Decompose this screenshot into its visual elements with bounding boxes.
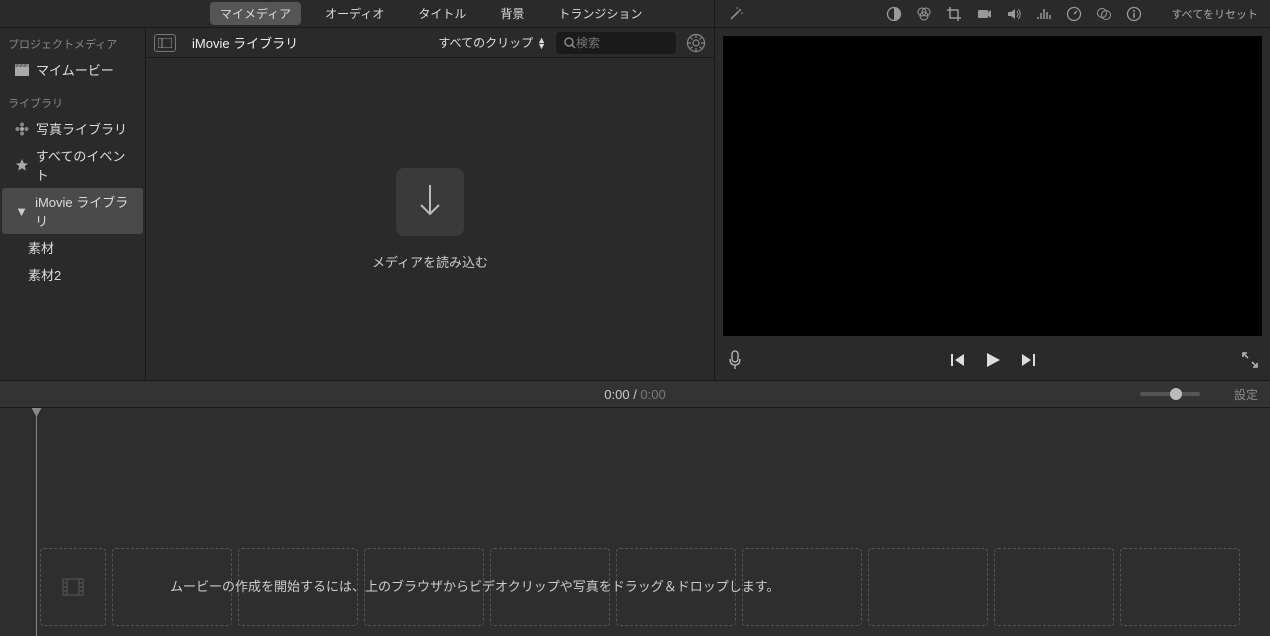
viewer-toolbar: すべてをリセット	[715, 0, 1270, 28]
sidebar-item-label: 写真ライブラリ	[36, 119, 127, 138]
sidebar-item-label: 素材	[28, 238, 54, 257]
sidebar-header-project: プロジェクトメディア	[0, 28, 145, 56]
time-sep: /	[630, 387, 641, 402]
search-input[interactable]	[576, 36, 656, 50]
time-display: 0:00 / 0:00	[604, 387, 665, 402]
reset-all-button[interactable]: すべてをリセット	[1171, 6, 1258, 22]
import-media-button[interactable]	[396, 168, 464, 236]
disclosure-triangle-icon[interactable]: ▼	[14, 204, 29, 219]
clip-filter-dropdown[interactable]: すべてのクリップ ▲▼	[438, 34, 546, 51]
browser-settings-button[interactable]	[686, 33, 706, 53]
clip-slot[interactable]	[40, 548, 106, 626]
fullscreen-button[interactable]	[1242, 352, 1258, 368]
sidebar: プロジェクトメディア マイムービー ライブラリ 写真ライブラリ すべてのイベント…	[0, 0, 146, 380]
tab-audio[interactable]: オーディオ	[315, 2, 394, 25]
sidebar-item-label: すべてのイベント	[36, 146, 137, 184]
tab-backgrounds[interactable]: 背景	[490, 2, 534, 25]
clip-slot[interactable]	[868, 548, 988, 626]
tab-my-media[interactable]: マイメディア	[210, 2, 301, 25]
browser-header: iMovie ライブラリ すべてのクリップ ▲▼	[146, 28, 714, 58]
import-label: メディアを読み込む	[372, 252, 488, 271]
clip-slot[interactable]	[994, 548, 1114, 626]
timeline-hint: ムービーの作成を開始するには、上のブラウザからビデオクリップや写真をドラッグ＆ド…	[170, 576, 779, 595]
timeline-status-bar: 0:00 / 0:00 設定	[0, 380, 1270, 408]
playhead[interactable]	[36, 408, 37, 636]
preview-viewer: すべてをリセット	[714, 0, 1270, 380]
color-balance-icon[interactable]	[885, 5, 903, 23]
current-time: 0:00	[604, 387, 629, 402]
sidebar-item-all-events[interactable]: すべてのイベント	[0, 142, 145, 188]
zoom-slider-handle[interactable]	[1170, 388, 1182, 400]
media-tabs: マイメディア オーディオ タイトル 背景 トランジション	[0, 0, 714, 28]
magic-wand-icon[interactable]	[727, 5, 745, 23]
sidebar-item-photo-library[interactable]: 写真ライブラリ	[0, 115, 145, 142]
sidebar-item-label: 素材2	[28, 265, 61, 284]
speed-icon[interactable]	[1065, 5, 1083, 23]
playback-controls	[715, 340, 1270, 380]
stabilization-icon[interactable]	[975, 5, 993, 23]
prev-frame-button[interactable]	[950, 353, 966, 367]
sidebar-item-label: マイムービー	[36, 60, 114, 79]
total-duration: 0:00	[640, 387, 665, 402]
play-button[interactable]	[984, 351, 1002, 369]
filter-label: すべてのクリップ	[438, 34, 533, 51]
media-browser: iMovie ライブラリ すべてのクリップ ▲▼ メディアを読み込む	[146, 28, 714, 380]
next-frame-button[interactable]	[1020, 353, 1036, 367]
color-correction-icon[interactable]	[915, 5, 933, 23]
sidebar-item-my-movie[interactable]: マイムービー	[0, 56, 145, 83]
browser-title: iMovie ライブラリ	[192, 33, 298, 52]
updown-icon: ▲▼	[537, 37, 546, 49]
timeline[interactable]: ムービーの作成を開始するには、上のブラウザからビデオクリップや写真をドラッグ＆ド…	[0, 408, 1270, 636]
clip-slot[interactable]	[1120, 548, 1240, 626]
flower-icon	[14, 122, 30, 136]
filter-icon[interactable]	[1095, 5, 1113, 23]
download-arrow-icon	[415, 183, 445, 221]
volume-icon[interactable]	[1005, 5, 1023, 23]
sidebar-header-library: ライブラリ	[0, 87, 145, 115]
search-field[interactable]	[556, 32, 676, 54]
filmstrip-icon	[62, 578, 84, 596]
tab-transitions[interactable]: トランジション	[548, 2, 652, 25]
star-icon	[14, 158, 30, 172]
sidebar-item-label: iMovie ライブラリ	[35, 192, 135, 230]
preview-canvas	[723, 36, 1262, 336]
crop-icon[interactable]	[945, 5, 963, 23]
browser-drop-area[interactable]: メディアを読み込む	[146, 58, 714, 380]
tab-titles[interactable]: タイトル	[408, 2, 476, 25]
noise-reduction-icon[interactable]	[1035, 5, 1053, 23]
sidebar-item-imovie-library[interactable]: ▼ iMovie ライブラリ	[2, 188, 143, 234]
sidebar-item-sozai2[interactable]: 素材2	[0, 261, 145, 288]
timeline-settings-button[interactable]: 設定	[1234, 386, 1258, 403]
sidebar-item-sozai1[interactable]: 素材	[0, 234, 145, 261]
toggle-sidebar-button[interactable]	[154, 34, 176, 52]
info-icon[interactable]	[1125, 5, 1143, 23]
search-icon	[564, 37, 576, 49]
clapperboard-icon	[14, 64, 30, 76]
voiceover-button[interactable]	[727, 350, 743, 370]
